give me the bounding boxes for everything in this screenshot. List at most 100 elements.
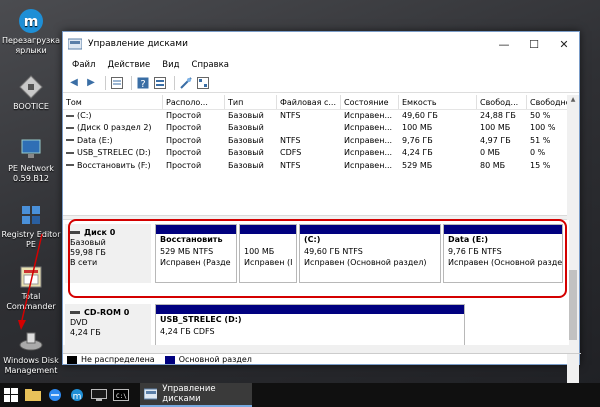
column-header[interactable]: Состояние (341, 95, 399, 109)
scroll-up-icon[interactable]: ▲ (567, 95, 579, 105)
volume-name-cell: USB_STRELEC (D:) (63, 147, 163, 159)
volume-icon (66, 139, 74, 142)
desktop-icon-label: BOOTICE (13, 102, 49, 111)
desktop-icon-label: Registry Editor PE (1, 230, 61, 249)
connect-icon[interactable] (179, 76, 193, 90)
menu-help[interactable]: Справка (186, 60, 235, 70)
cell-text: USB_STRELEC (D:) (77, 148, 151, 158)
table-cell: Простой (166, 111, 202, 120)
volume-name-cell: Восстановить (F:) (63, 160, 163, 172)
column-header[interactable]: Файловая с... (277, 95, 341, 109)
cell-text: Data (E:) (77, 135, 113, 145)
toolbar-separator (105, 75, 106, 90)
desktop-icon-label: PE Network 0.59.B12 (8, 164, 54, 183)
start-button[interactable] (0, 383, 22, 407)
table-cell: 9,76 ГБ (402, 135, 433, 145)
desktop-icon-total-commander[interactable]: Total Commander (0, 264, 62, 312)
unallocated-swatch (67, 355, 77, 364)
table-cell: 4,97 ГБ (480, 135, 511, 145)
help-icon[interactable]: ? (136, 76, 150, 90)
volume-name-cell: (Диск 0 раздел 2) (63, 122, 163, 134)
column-header[interactable]: Свобод... (477, 95, 527, 109)
table-cell (277, 122, 341, 134)
column-header[interactable]: Тип (225, 95, 277, 109)
column-header[interactable]: Свободно % (527, 95, 569, 109)
volume-name-cell: (C:) (63, 110, 163, 122)
list-view-icon[interactable] (153, 76, 167, 90)
volume-icon (66, 164, 74, 167)
table-cell: 24,88 ГБ (480, 111, 516, 120)
taskbar-console-icon[interactable]: C:\ (110, 383, 132, 407)
legend-primary-partition: Основной раздел (178, 355, 252, 364)
disk-name: CD-ROM 0 (84, 308, 130, 317)
table-cell: Простой (166, 148, 202, 158)
table-cell: Простой (166, 123, 202, 133)
scrollbar-thumb[interactable] (569, 270, 577, 340)
desktop-icon-label: Перезагрузка ярлыки (1, 36, 61, 55)
close-button[interactable]: ✕ (549, 32, 579, 56)
table-row[interactable]: Восстановить (F:) Простой Базовый NTFS И… (63, 160, 569, 172)
disk-management-icon (18, 328, 44, 354)
back-arrow-icon[interactable]: ◀ (67, 76, 81, 90)
desktop-icon-label: Total Commander (6, 292, 56, 311)
volume-icon (66, 114, 74, 117)
desktop-icon-disk-management[interactable]: Windows Disk Management (0, 328, 62, 376)
table-cell: 529 МБ (402, 160, 433, 170)
title-bar[interactable]: Управление дисками — ☐ ✕ (63, 32, 579, 56)
table-row[interactable]: Data (E:) Простой Базовый NTFS Исправен.… (63, 135, 569, 147)
table-cell: Простой (166, 135, 202, 145)
table-cell: 100 % (530, 123, 556, 133)
table-cell: Базовый (228, 111, 264, 120)
desktop-icon-reload-shortcuts[interactable]: m Перезагрузка ярлыки (0, 8, 62, 56)
taskbar-display-icon[interactable] (88, 383, 110, 407)
desktop-icon-pe-network[interactable]: PE Network 0.59.B12 (0, 136, 62, 184)
table-cell: NTFS (280, 160, 301, 170)
taskbar-browser-icon[interactable] (44, 383, 66, 407)
svg-text:C:\: C:\ (116, 393, 127, 400)
svg-text:m: m (73, 392, 82, 402)
menu-file[interactable]: Файл (66, 60, 101, 70)
taskbar-folder-icon[interactable] (22, 383, 44, 407)
table-cell: 4,24 ГБ (402, 148, 433, 158)
desktop-icon-registry-editor[interactable]: Registry Editor PE (0, 202, 62, 250)
table-cell: 49,60 ГБ (402, 111, 438, 120)
table-row[interactable]: (C:) Простой Базовый NTFS Исправен... 49… (63, 110, 569, 122)
total-commander-icon (18, 264, 44, 290)
table-cell: 0 % (530, 148, 546, 158)
volume-icon (66, 151, 74, 154)
volume-list-header: Том Располо... Тип Файловая с... Состоян… (63, 95, 569, 110)
settings-icon[interactable] (196, 76, 210, 90)
cdrom-0-info[interactable]: CD-ROM 0 DVD 4,24 ГБ (65, 304, 151, 345)
partition-usb-strelec[interactable]: USB_STRELEC (D:) 4,24 ГБ CDFS (155, 304, 465, 345)
column-header[interactable]: Располо... (163, 95, 225, 109)
windows-logo-icon (4, 388, 18, 402)
menu-action[interactable]: Действие (101, 60, 156, 70)
toolbar-separator (174, 75, 175, 90)
forward-arrow-icon[interactable]: ▶ (84, 76, 98, 90)
taskbar-start-menu-icon[interactable]: m (66, 383, 88, 407)
partition-bar (156, 305, 464, 314)
taskbar-active-task[interactable]: Управление дисками (140, 383, 252, 407)
column-header[interactable]: Емкость (399, 95, 477, 109)
volume-icon (66, 126, 74, 129)
registry-editor-icon (18, 202, 44, 228)
taskbar-task-label: Управление дисками (162, 384, 216, 404)
table-row[interactable]: (Диск 0 раздел 2) Простой Базовый Исправ… (63, 122, 569, 134)
svg-text:m: m (24, 14, 39, 30)
cell-text: (Диск 0 раздел 2) (77, 123, 152, 133)
minimize-button[interactable]: — (489, 32, 519, 56)
properties-icon[interactable] (110, 76, 124, 90)
column-header[interactable]: Том (63, 95, 163, 109)
table-cell: CDFS (280, 148, 302, 158)
primary-partition-swatch (164, 355, 175, 364)
partition-size: 4,24 ГБ CDFS (160, 326, 215, 336)
window-title: Управление дисками (88, 39, 188, 49)
desktop-icon-bootice[interactable]: BOOTICE (0, 74, 62, 112)
maximize-button[interactable]: ☐ (519, 32, 549, 56)
horizontal-scrollbar[interactable] (63, 345, 569, 353)
table-row[interactable]: USB_STRELEC (D:) Простой Базовый CDFS Ис… (63, 147, 569, 159)
menu-view[interactable]: Вид (156, 60, 185, 70)
svg-text:?: ? (140, 79, 145, 89)
table-cell: Исправен... (344, 160, 393, 170)
toolbar: ◀ ▶ ? (63, 73, 579, 93)
